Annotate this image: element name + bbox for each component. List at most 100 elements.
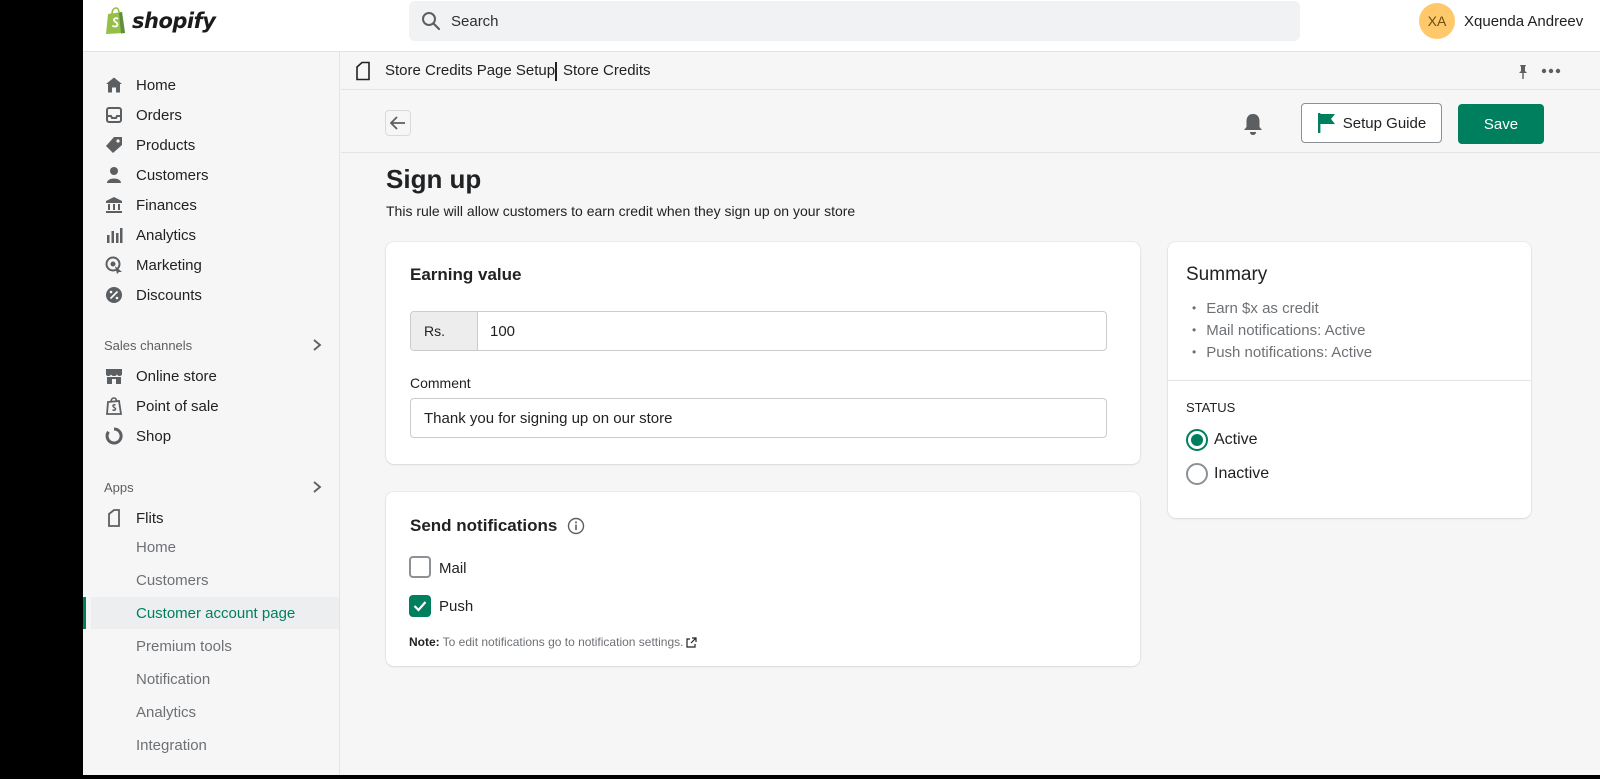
inactive-radio[interactable] bbox=[1186, 463, 1208, 485]
sidebar-item-flits[interactable]: Flits bbox=[83, 503, 339, 533]
sidebar-subitem-label: Customer account page bbox=[136, 604, 296, 622]
sidebar-subitem-notification[interactable]: Notification bbox=[83, 663, 339, 695]
summary-list: Earn $x as credit Mail notifications: Ac… bbox=[1192, 297, 1372, 363]
sidebar-item-point-of-sale[interactable]: Point of sale bbox=[83, 391, 339, 421]
sidebar-item-label: Online store bbox=[136, 367, 217, 385]
sidebar-item-label: Discounts bbox=[136, 286, 202, 304]
sidebar-item-label: Orders bbox=[136, 106, 182, 124]
sidebar-subitem-integration[interactable]: Integration bbox=[83, 729, 339, 761]
back-button[interactable] bbox=[385, 110, 411, 136]
summary-card: Summary Earn $x as credit Mail notificat… bbox=[1168, 242, 1531, 518]
notification-note: Note: To edit notifications go to notifi… bbox=[409, 635, 698, 649]
sidebar-item-label: Home bbox=[136, 76, 177, 94]
search-placeholder: Search bbox=[451, 12, 499, 30]
active-radio-label[interactable]: Active bbox=[1214, 431, 1258, 449]
mail-checkbox[interactable] bbox=[409, 556, 431, 578]
setup-guide-button[interactable]: Setup Guide bbox=[1301, 103, 1442, 143]
card-title: Send notifications bbox=[410, 516, 558, 535]
sidebar-item-products[interactable]: Products bbox=[83, 130, 339, 160]
bell-icon[interactable] bbox=[1242, 112, 1264, 136]
push-checkbox[interactable] bbox=[409, 595, 431, 617]
push-label[interactable]: Push bbox=[439, 598, 473, 615]
flits-icon bbox=[356, 61, 370, 81]
sidebar-subitem-label: Customers bbox=[136, 571, 209, 589]
section-label: Sales channels bbox=[104, 337, 193, 353]
sidebar-subitem-label: Notification bbox=[136, 670, 211, 688]
external-link-icon[interactable] bbox=[686, 636, 698, 648]
summary-item: Push notifications: Active bbox=[1192, 341, 1372, 363]
sidebar-item-label: Customers bbox=[136, 166, 209, 184]
more-horizontal-icon[interactable] bbox=[1541, 65, 1561, 77]
sidebar-subitem-premium-tools[interactable]: Premium tools bbox=[83, 630, 339, 662]
page-title: Sign up bbox=[386, 164, 482, 194]
sidebar-item-online-store[interactable]: Online store bbox=[83, 361, 339, 391]
breadcrumb-current: Store Credits bbox=[563, 62, 651, 79]
summary-title: Summary bbox=[1186, 264, 1268, 285]
sidebar-item-analytics[interactable]: Analytics bbox=[83, 220, 339, 250]
tag-icon bbox=[105, 136, 123, 154]
note-text: To edit notifications go to notification… bbox=[442, 635, 684, 649]
store-icon bbox=[105, 367, 123, 385]
status-label: STATUS bbox=[1186, 400, 1236, 415]
sidebar-subitem-customer-account-page[interactable]: Customer account page bbox=[83, 597, 339, 629]
sidebar-item-finances[interactable]: Finances bbox=[83, 190, 339, 220]
sidebar-subitem-home[interactable]: Home bbox=[83, 531, 339, 563]
divider bbox=[1168, 380, 1531, 381]
sidebar-item-shop[interactable]: Shop bbox=[83, 421, 339, 451]
pin-icon[interactable] bbox=[1516, 64, 1530, 80]
sidebar-item-label: Products bbox=[136, 136, 196, 154]
shopify-logo[interactable]: shopify bbox=[104, 6, 216, 36]
sidebar-item-label: Finances bbox=[136, 196, 197, 214]
apps-header[interactable]: Apps bbox=[83, 472, 339, 502]
currency-prefix: Rs. bbox=[411, 312, 478, 350]
home-icon bbox=[105, 76, 123, 94]
save-button[interactable]: Save bbox=[1458, 104, 1544, 144]
active-radio[interactable] bbox=[1186, 429, 1208, 451]
inactive-radio-label[interactable]: Inactive bbox=[1214, 465, 1269, 483]
summary-item: Mail notifications: Active bbox=[1192, 319, 1372, 341]
user-menu[interactable]: XA Xquenda Andreev bbox=[1419, 3, 1583, 39]
checkmark-icon bbox=[413, 601, 427, 612]
sidebar-item-customers[interactable]: Customers bbox=[83, 160, 339, 190]
top-bar: shopify Search XA Xquenda Andreev bbox=[83, 0, 1600, 52]
person-icon bbox=[105, 166, 123, 184]
earning-value-input[interactable]: Rs. 100 bbox=[410, 311, 1107, 351]
sidebar-item-discounts[interactable]: Discounts bbox=[83, 280, 339, 310]
info-icon[interactable] bbox=[567, 517, 585, 535]
flag-icon bbox=[1317, 113, 1335, 133]
sidebar-item-marketing[interactable]: Marketing bbox=[83, 250, 339, 280]
main-content: Store Credits Page Setup Store Credits S… bbox=[341, 52, 1600, 775]
card-title: Earning value bbox=[410, 265, 522, 284]
arrow-left-icon bbox=[390, 116, 405, 130]
avatar: XA bbox=[1419, 3, 1455, 39]
brand-name: shopify bbox=[132, 9, 216, 33]
sidebar-item-label: Point of sale bbox=[136, 397, 219, 415]
search-input[interactable]: Search bbox=[409, 1, 1300, 41]
card-title-row: Send notifications bbox=[410, 516, 585, 536]
earning-value-card: Earning value Rs. 100 Comment Thank you … bbox=[386, 242, 1140, 464]
setup-guide-label: Setup Guide bbox=[1342, 114, 1427, 132]
page-description: This rule will allow customers to earn c… bbox=[386, 203, 856, 219]
search-icon bbox=[422, 12, 441, 31]
comment-field[interactable]: Thank you for signing up on our store bbox=[410, 398, 1107, 438]
sidebar-item-label: Analytics bbox=[136, 226, 197, 244]
sidebar-subitem-label: Analytics bbox=[136, 703, 197, 721]
section-label: Apps bbox=[104, 479, 134, 495]
target-icon bbox=[105, 256, 123, 274]
summary-item: Earn $x as credit bbox=[1192, 297, 1372, 319]
sidebar-item-home[interactable]: Home bbox=[83, 70, 339, 100]
sidebar-subitem-customers[interactable]: Customers bbox=[83, 564, 339, 596]
pos-bag-icon bbox=[105, 397, 123, 415]
bank-icon bbox=[105, 196, 123, 214]
earning-value-field[interactable]: 100 bbox=[478, 312, 1106, 350]
sidebar-item-orders[interactable]: Orders bbox=[83, 100, 339, 130]
comment-label: Comment bbox=[410, 375, 471, 391]
orders-icon bbox=[105, 106, 123, 124]
shopify-bag-icon bbox=[106, 7, 125, 34]
sales-channels-header[interactable]: Sales channels bbox=[83, 330, 339, 360]
mail-label[interactable]: Mail bbox=[439, 560, 467, 577]
sidebar-subitem-analytics[interactable]: Analytics bbox=[83, 696, 339, 728]
breadcrumb-parent[interactable]: Store Credits Page Setup bbox=[385, 62, 555, 79]
sidebar-subitem-label: Integration bbox=[136, 736, 207, 754]
send-notifications-card: Send notifications Mail Push Note: To ed… bbox=[386, 492, 1140, 666]
